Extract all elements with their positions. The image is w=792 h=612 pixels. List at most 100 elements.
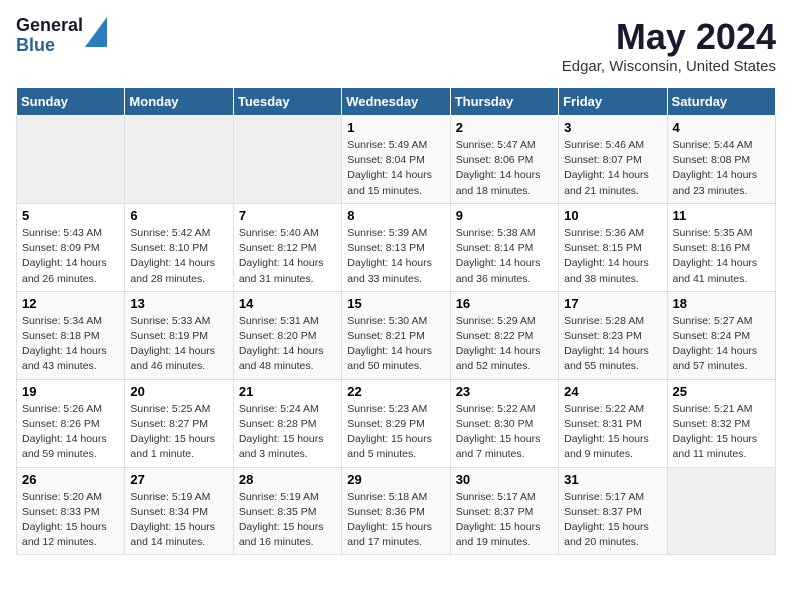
calendar-cell: 21 Sunrise: 5:24 AM Sunset: 8:28 PM Dayli…: [233, 379, 341, 467]
day-number: 16: [456, 296, 553, 311]
calendar-cell: 13 Sunrise: 5:33 AM Sunset: 8:19 PM Dayli…: [125, 291, 233, 379]
header-wednesday: Wednesday: [342, 88, 450, 116]
day-number: 3: [564, 120, 661, 135]
day-number: 7: [239, 208, 336, 223]
calendar-cell: [233, 116, 341, 204]
day-info: Sunrise: 5:43 AM Sunset: 8:09 PM Dayligh…: [22, 226, 119, 287]
day-info: Sunrise: 5:27 AM Sunset: 8:24 PM Dayligh…: [673, 314, 770, 375]
day-number: 28: [239, 472, 336, 487]
calendar-cell: 19 Sunrise: 5:26 AM Sunset: 8:26 PM Dayli…: [17, 379, 125, 467]
day-info: Sunrise: 5:34 AM Sunset: 8:18 PM Dayligh…: [22, 314, 119, 375]
day-number: 20: [130, 384, 227, 399]
header-monday: Monday: [125, 88, 233, 116]
calendar-cell: 29 Sunrise: 5:18 AM Sunset: 8:36 PM Dayli…: [342, 467, 450, 555]
day-number: 29: [347, 472, 444, 487]
day-number: 21: [239, 384, 336, 399]
header-friday: Friday: [559, 88, 667, 116]
logo-blue-text: Blue: [16, 36, 83, 56]
day-number: 12: [22, 296, 119, 311]
header-thursday: Thursday: [450, 88, 558, 116]
day-info: Sunrise: 5:29 AM Sunset: 8:22 PM Dayligh…: [456, 314, 553, 375]
calendar-cell: 22 Sunrise: 5:23 AM Sunset: 8:29 PM Dayli…: [342, 379, 450, 467]
calendar-cell: 2 Sunrise: 5:47 AM Sunset: 8:06 PM Daylig…: [450, 116, 558, 204]
calendar-week-2: 5Sunrise: 5:43 AM Sunset: 8:09 PM Daylig…: [17, 203, 776, 291]
calendar-cell: 4Sunrise: 5:44 AM Sunset: 8:08 PM Daylig…: [667, 116, 775, 204]
day-number: 6: [130, 208, 227, 223]
calendar-cell: 10 Sunrise: 5:36 AM Sunset: 8:15 PM Dayli…: [559, 203, 667, 291]
day-info: Sunrise: 5:17 AM Sunset: 8:37 PM Dayligh…: [564, 490, 661, 551]
calendar-cell: 17Sunrise: 5:28 AM Sunset: 8:23 PM Dayli…: [559, 291, 667, 379]
day-info: Sunrise: 5:28 AM Sunset: 8:23 PM Dayligh…: [564, 314, 661, 375]
calendar-cell: 12 Sunrise: 5:34 AM Sunset: 8:18 PM Dayli…: [17, 291, 125, 379]
day-number: 14: [239, 296, 336, 311]
day-info: Sunrise: 5:24 AM Sunset: 8:28 PM Dayligh…: [239, 402, 336, 463]
calendar-cell: 9Sunrise: 5:38 AM Sunset: 8:14 PM Daylig…: [450, 203, 558, 291]
day-number: 1: [347, 120, 444, 135]
logo-general-text: General: [16, 16, 83, 36]
day-info: Sunrise: 5:18 AM Sunset: 8:36 PM Dayligh…: [347, 490, 444, 551]
day-info: Sunrise: 5:19 AM Sunset: 8:35 PM Dayligh…: [239, 490, 336, 551]
day-info: Sunrise: 5:33 AM Sunset: 8:19 PM Dayligh…: [130, 314, 227, 375]
day-info: Sunrise: 5:26 AM Sunset: 8:26 PM Dayligh…: [22, 402, 119, 463]
calendar-header-row: SundayMondayTuesdayWednesdayThursdayFrid…: [17, 88, 776, 116]
calendar-cell: 27Sunrise: 5:19 AM Sunset: 8:34 PM Dayli…: [125, 467, 233, 555]
day-info: Sunrise: 5:46 AM Sunset: 8:07 PM Dayligh…: [564, 138, 661, 199]
calendar-cell: 6Sunrise: 5:42 AM Sunset: 8:10 PM Daylig…: [125, 203, 233, 291]
day-info: Sunrise: 5:25 AM Sunset: 8:27 PM Dayligh…: [130, 402, 227, 463]
header-sunday: Sunday: [17, 88, 125, 116]
day-info: Sunrise: 5:38 AM Sunset: 8:14 PM Dayligh…: [456, 226, 553, 287]
day-number: 13: [130, 296, 227, 311]
day-info: Sunrise: 5:20 AM Sunset: 8:33 PM Dayligh…: [22, 490, 119, 551]
calendar-cell: 23 Sunrise: 5:22 AM Sunset: 8:30 PM Dayli…: [450, 379, 558, 467]
calendar-cell: 7 Sunrise: 5:40 AM Sunset: 8:12 PM Daylig…: [233, 203, 341, 291]
calendar-cell: 26 Sunrise: 5:20 AM Sunset: 8:33 PM Dayli…: [17, 467, 125, 555]
calendar-week-1: 1 Sunrise: 5:49 AM Sunset: 8:04 PM Daylig…: [17, 116, 776, 204]
day-info: Sunrise: 5:30 AM Sunset: 8:21 PM Dayligh…: [347, 314, 444, 375]
page-header: General Blue May 2024 Edgar, Wisconsin, …: [16, 16, 776, 75]
logo: General Blue: [16, 16, 107, 56]
day-number: 22: [347, 384, 444, 399]
calendar-cell: 15 Sunrise: 5:30 AM Sunset: 8:21 PM Dayli…: [342, 291, 450, 379]
header-saturday: Saturday: [667, 88, 775, 116]
calendar-cell: [667, 467, 775, 555]
day-number: 8: [347, 208, 444, 223]
calendar-cell: [125, 116, 233, 204]
calendar-week-5: 26 Sunrise: 5:20 AM Sunset: 8:33 PM Dayli…: [17, 467, 776, 555]
title-area: May 2024 Edgar, Wisconsin, United States: [562, 16, 776, 75]
calendar-cell: 3 Sunrise: 5:46 AM Sunset: 8:07 PM Daylig…: [559, 116, 667, 204]
day-number: 26: [22, 472, 119, 487]
calendar-cell: 28 Sunrise: 5:19 AM Sunset: 8:35 PM Dayli…: [233, 467, 341, 555]
calendar-cell: 18Sunrise: 5:27 AM Sunset: 8:24 PM Dayli…: [667, 291, 775, 379]
day-number: 23: [456, 384, 553, 399]
calendar-week-3: 12 Sunrise: 5:34 AM Sunset: 8:18 PM Dayli…: [17, 291, 776, 379]
calendar-cell: 30 Sunrise: 5:17 AM Sunset: 8:37 PM Dayli…: [450, 467, 558, 555]
day-info: Sunrise: 5:22 AM Sunset: 8:31 PM Dayligh…: [564, 402, 661, 463]
day-number: 10: [564, 208, 661, 223]
day-number: 25: [673, 384, 770, 399]
calendar-cell: 20 Sunrise: 5:25 AM Sunset: 8:27 PM Dayli…: [125, 379, 233, 467]
calendar-cell: [17, 116, 125, 204]
day-info: Sunrise: 5:35 AM Sunset: 8:16 PM Dayligh…: [673, 226, 770, 287]
day-info: Sunrise: 5:47 AM Sunset: 8:06 PM Dayligh…: [456, 138, 553, 199]
header-tuesday: Tuesday: [233, 88, 341, 116]
calendar-cell: 25Sunrise: 5:21 AM Sunset: 8:32 PM Dayli…: [667, 379, 775, 467]
day-info: Sunrise: 5:39 AM Sunset: 8:13 PM Dayligh…: [347, 226, 444, 287]
day-number: 11: [673, 208, 770, 223]
day-info: Sunrise: 5:22 AM Sunset: 8:30 PM Dayligh…: [456, 402, 553, 463]
day-info: Sunrise: 5:36 AM Sunset: 8:15 PM Dayligh…: [564, 226, 661, 287]
day-info: Sunrise: 5:40 AM Sunset: 8:12 PM Dayligh…: [239, 226, 336, 287]
day-number: 19: [22, 384, 119, 399]
calendar-week-4: 19 Sunrise: 5:26 AM Sunset: 8:26 PM Dayli…: [17, 379, 776, 467]
day-number: 4: [673, 120, 770, 135]
day-info: Sunrise: 5:49 AM Sunset: 8:04 PM Dayligh…: [347, 138, 444, 199]
day-number: 27: [130, 472, 227, 487]
calendar-cell: 1 Sunrise: 5:49 AM Sunset: 8:04 PM Daylig…: [342, 116, 450, 204]
day-info: Sunrise: 5:17 AM Sunset: 8:37 PM Dayligh…: [456, 490, 553, 551]
calendar-table: SundayMondayTuesdayWednesdayThursdayFrid…: [16, 87, 776, 555]
day-info: Sunrise: 5:23 AM Sunset: 8:29 PM Dayligh…: [347, 402, 444, 463]
day-number: 30: [456, 472, 553, 487]
day-number: 15: [347, 296, 444, 311]
calendar-cell: 14Sunrise: 5:31 AM Sunset: 8:20 PM Dayli…: [233, 291, 341, 379]
calendar-cell: 31Sunrise: 5:17 AM Sunset: 8:37 PM Dayli…: [559, 467, 667, 555]
day-number: 2: [456, 120, 553, 135]
